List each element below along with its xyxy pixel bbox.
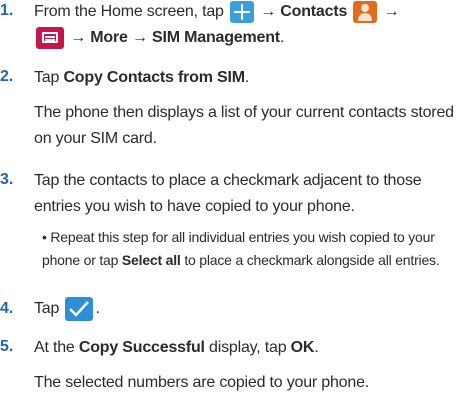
step-3-bullet-post: to place a checkmark alongside all entri… — [180, 252, 440, 268]
step-5-pre: At the — [34, 339, 79, 356]
step-4-text: Tap . — [34, 296, 470, 322]
step-1-text: From the Home screen, tap → Contacts → →… — [34, 0, 470, 51]
step-1-number: 1. — [0, 2, 14, 19]
step-1-arrow-1: → — [256, 3, 281, 20]
step-5-bold-1: Copy Successful — [78, 339, 205, 356]
step-1-intro: From the Home screen, tap — [34, 3, 228, 20]
step-1-arrow-3: → — [66, 29, 91, 46]
step-5-post: . — [314, 339, 319, 356]
step-3-bullet-bold: Select all — [121, 252, 181, 268]
checkmark-icon — [65, 296, 94, 321]
step-4-pre: Tap — [34, 300, 64, 317]
step-3-number: 3. — [0, 171, 14, 188]
step-1-arrow-4: → — [127, 29, 153, 46]
step-2-text: Tap Copy Contacts from SIM. — [34, 65, 470, 91]
step-2-post: . — [244, 69, 250, 86]
step-1-period: . — [279, 29, 285, 46]
step-5-bold-2: OK — [290, 339, 315, 356]
step-1-sim-label: SIM Management — [152, 29, 280, 46]
apps-grid-icon — [230, 0, 254, 23]
step-2-note: The phone then displays a list of your c… — [34, 104, 454, 147]
step-5-note: The selected numbers are copied to your … — [34, 374, 370, 391]
step-1-arrow-2: → — [379, 3, 400, 20]
step-5-mid: display, tap — [204, 339, 291, 356]
step-5-number: 5. — [0, 338, 14, 355]
step-2-pre: Tap — [34, 69, 64, 86]
step-2-bold: Copy Contacts from SIM — [63, 69, 245, 86]
step-1-contacts-label: Contacts — [280, 3, 348, 20]
menu-icon — [36, 26, 64, 49]
step-5-text: At the Copy Successful display, tap OK. — [34, 335, 470, 361]
step-1-more-label: More — [90, 29, 128, 46]
step-4-number: 4. — [0, 300, 14, 317]
contacts-icon — [353, 0, 378, 23]
step-3-text: Tap the contacts to place a checkmark ad… — [34, 172, 422, 215]
step-4-post: . — [95, 300, 100, 317]
instruction-page: 1. From the Home screen, tap → Contacts … — [0, 0, 473, 404]
step-3-bullet: • Repeat this step for all individual en… — [42, 226, 462, 272]
step-2-number: 2. — [0, 68, 14, 85]
